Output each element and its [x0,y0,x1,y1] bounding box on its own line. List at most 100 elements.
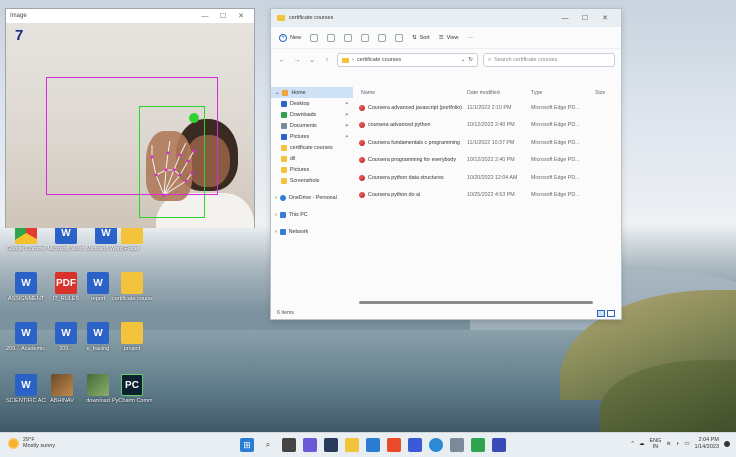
file-explorer-icon[interactable] [345,438,359,452]
pin-icon: ✦ [344,122,349,129]
file-row[interactable]: coursera advanced python 10/12/2022 2:40… [357,117,619,135]
webcam-titlebar[interactable]: Image — ☐ ✕ [6,9,254,23]
app-icon[interactable] [492,438,506,452]
share-icon[interactable] [378,33,387,42]
chrome-taskbar-icon[interactable] [429,438,443,452]
word-icon: W [15,322,37,344]
nav-item-this-pc[interactable]: › This PC [271,209,353,220]
file-row[interactable]: Coursera python do ai 10/25/2022 4:53 PM… [357,187,619,205]
view-button[interactable]: ☰ View [439,35,459,41]
delete-icon[interactable] [395,33,404,42]
store-icon[interactable] [408,438,422,452]
nav-item-pictures-folder[interactable]: Pictures [271,164,353,175]
up-button[interactable]: ↑ [322,57,332,64]
desktop-icon[interactable]: certificate courses [112,272,152,302]
explorer-titlebar[interactable]: certificate courses — ☐ ✕ [271,9,621,27]
minimize-button[interactable]: — [555,15,575,22]
forward-button[interactable]: → [292,57,302,64]
settings-icon[interactable] [450,438,464,452]
column-date[interactable]: Date modified [467,90,531,96]
chat-icon[interactable] [303,438,317,452]
nav-item-dil[interactable]: dil [271,153,353,164]
nav-item-desktop[interactable]: Desktop ✦ [271,98,353,109]
close-button[interactable]: ✕ [595,14,615,22]
search-input[interactable]: ⌕ Search certificate courses [483,53,615,67]
file-row[interactable]: Coursera programming for everybody 10/12… [357,152,619,170]
desktop-icon-label: project [123,346,141,352]
pycharm-taskbar-icon[interactable] [471,438,485,452]
nav-item-certificate-courses[interactable]: certificate courses [271,142,353,153]
edge-icon[interactable] [366,438,380,452]
address-bar[interactable]: › certificate courses ⌄ ↻ [337,53,478,67]
image-icon [51,374,73,396]
tiles-view-button[interactable] [607,309,615,317]
desktop-icon[interactable]: ABHINAV [42,374,82,404]
webcam-window[interactable]: Image — ☐ ✕ 7 [5,8,255,228]
sort-button[interactable]: ⇅ Sort [412,35,430,41]
maximize-button[interactable]: ☐ [214,12,232,20]
computer-icon [279,211,286,218]
horizontal-scrollbar[interactable] [359,301,593,304]
column-headers: Name Date modified Type Size [357,87,619,99]
paste-icon[interactable] [344,33,353,42]
notification-icon[interactable] [724,441,730,447]
office-icon[interactable] [387,438,401,452]
desktop-icon[interactable]: project [112,322,152,352]
image-icon [87,374,109,396]
view-icon: ☰ [438,34,444,41]
nav-item-network[interactable]: › Network [271,226,353,237]
nav-item-home[interactable]: ⌄ Home [271,87,353,98]
column-size[interactable]: Size [595,90,615,96]
volume-icon[interactable]: ◖ [676,441,679,447]
column-name[interactable]: Name [357,90,467,96]
file-row[interactable]: Coursera advanced javascript (portfolio)… [357,99,619,117]
file-explorer-window[interactable]: certificate courses — ☐ ✕ + New ⇅ Sort ☰… [270,8,622,320]
back-button[interactable]: ← [277,57,287,64]
file-row[interactable]: Coursera python data structures 10/20/20… [357,169,619,187]
cut-icon[interactable] [310,33,319,42]
search-icon[interactable]: ⌕ [261,438,275,452]
pdf-icon [359,139,365,146]
nav-label: Pictures [290,133,310,140]
folder-icon [277,15,285,21]
wifi-icon[interactable]: ≋ [666,441,671,447]
start-icon[interactable]: ⊞ [240,438,254,452]
weather-widget[interactable]: 29°F Mostly sunny [8,437,55,449]
cloud-icon[interactable]: ☁ [639,441,645,447]
nav-item-downloads[interactable]: Downloads ✦ [271,109,353,120]
battery-icon[interactable]: ▭ [684,441,689,447]
desktop-icon-label: SCIENTIFIC ACHIEVEMENTS [6,398,46,404]
close-button[interactable]: ✕ [232,12,250,20]
file-row[interactable]: Coursera fundamentals c programming 11/1… [357,134,619,152]
widgets-icon[interactable] [324,438,338,452]
nav-item-onedrive[interactable]: › OneDrive - Personal [271,192,353,203]
minimize-button[interactable]: — [196,13,214,20]
nav-item-pictures[interactable]: Pictures ✦ [271,131,353,142]
column-type[interactable]: Type [531,90,595,96]
desktop-icon[interactable]: W ASSIGNMENT [6,272,46,302]
rename-icon[interactable] [361,33,370,42]
clock[interactable]: 2:04 PM 1/14/2023 [695,437,719,451]
language-indicator[interactable]: ENG IN [649,438,661,450]
nav-label: certificate courses [290,144,333,151]
recent-button[interactable]: ⌄ [307,56,317,64]
copy-icon[interactable] [327,33,336,42]
file-type: Microsoft Edge PD... [531,104,580,111]
pdf-icon [359,192,365,199]
chevron-up-icon[interactable]: ^ [631,441,634,447]
search-icon: ⌕ [488,56,492,63]
refresh-icon[interactable]: ↻ [468,57,473,63]
nav-item-documents[interactable]: Documents ✦ [271,120,353,131]
desktop-icon[interactable]: PC PyCharm Community [112,374,152,404]
desktop-icon-label: ABHINAV [50,398,74,404]
nav-item-screenshots[interactable]: Screenshots [271,175,353,186]
details-view-button[interactable] [597,309,605,317]
chevron-down-icon[interactable]: ⌄ [461,57,466,63]
task-view-icon[interactable] [282,438,296,452]
maximize-button[interactable]: ☐ [575,14,595,22]
desktop-icon[interactable]: W 209... Academic... [6,322,46,352]
more-button[interactable]: ··· [467,35,473,41]
system-tray: ^ ☁ ENG IN ≋ ◖ ▭ 2:04 PM 1/14/2023 [631,437,730,451]
new-button[interactable]: + New [279,33,301,42]
desktop-icon[interactable]: W SCIENTIFIC ACHIEVEMENTS [6,374,46,404]
